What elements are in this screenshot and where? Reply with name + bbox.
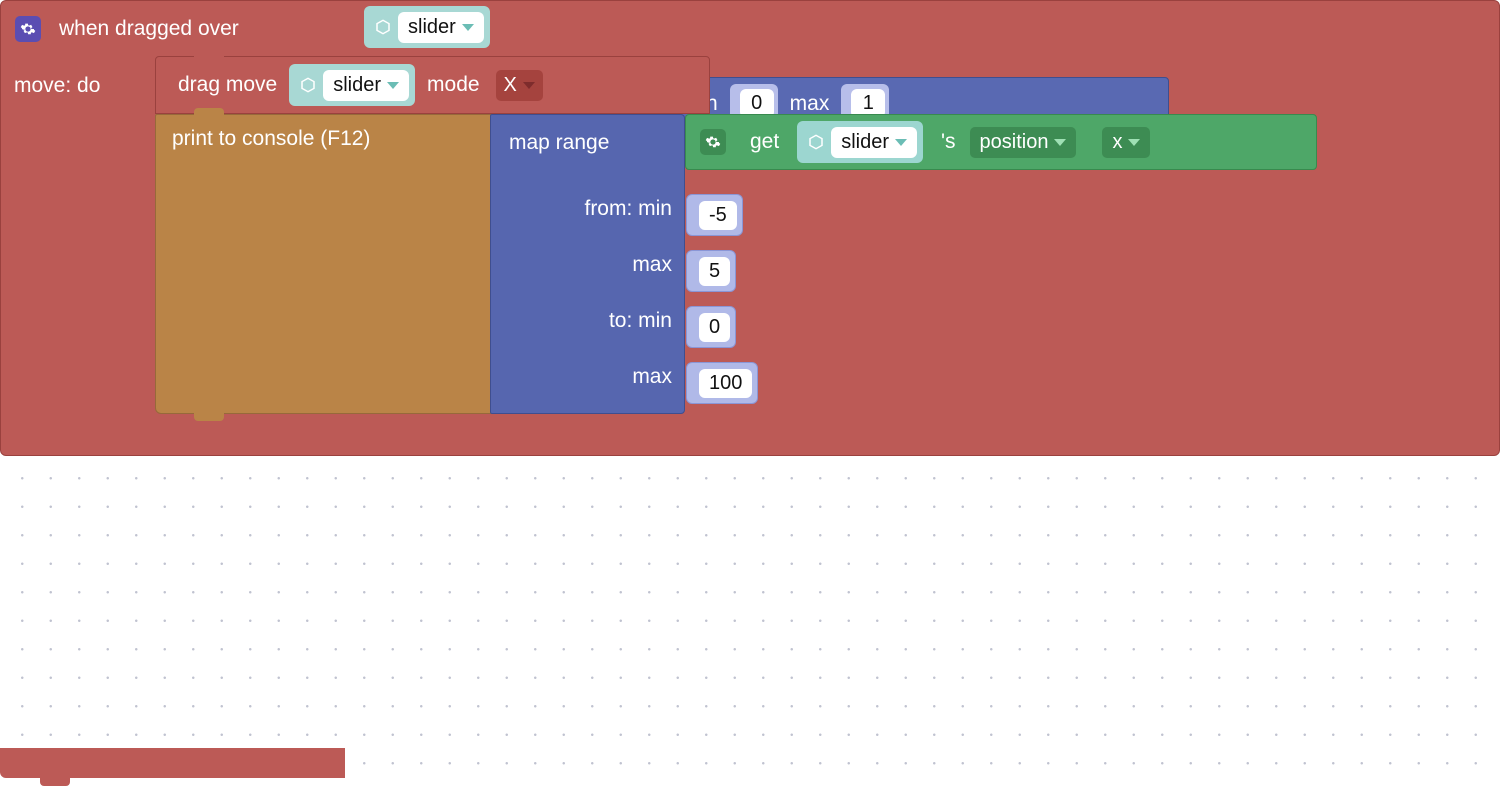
drag-move-label: drag move [178,73,277,97]
slider-variable-pill[interactable]: slider [364,6,490,48]
to-min-value[interactable]: 0 [686,306,736,348]
when-dragged-event-block[interactable]: when dragged over slider move: do drag m… [0,0,1500,456]
chevron-down-icon [1128,139,1140,146]
event-footer-bar [0,748,345,778]
slider-variable-pill[interactable]: slider [289,64,415,106]
chevron-down-icon [1054,139,1066,146]
to-max-value[interactable]: 100 [686,362,758,404]
slider-variable-name: slider [408,16,456,39]
from-max-value[interactable]: 5 [686,250,736,292]
slider-variable-name: slider [333,74,381,97]
chevron-down-icon [462,24,474,31]
to-min-label: to: min [609,309,672,333]
cube-icon [374,18,392,36]
cube-icon [807,133,825,151]
print-label: print to console (F12) [172,127,370,150]
gear-icon[interactable] [700,129,726,155]
property-value: position [980,131,1049,154]
cube-icon [299,76,317,94]
property-selector[interactable]: position [970,127,1077,158]
event-header[interactable]: when dragged over [1,1,1499,57]
from-min-label: from: min [584,197,672,221]
event-label: when dragged over [59,17,239,41]
canvas[interactable]: map range from: min 0 max 1 to: min 0 ma… [0,0,1500,778]
axis-value: x [1112,131,1122,154]
chevron-down-icon [387,82,399,89]
get-property-block[interactable]: get slider 's position x [685,114,1317,170]
get-label: get [750,130,779,154]
slider-variable-pill[interactable]: slider [797,121,923,163]
slider-variable-name: slider [841,131,889,154]
map-range-vertical-block[interactable]: map range from: min max to: min max [490,114,685,414]
to-max-label: max [790,92,830,116]
from-min-value[interactable]: -5 [686,194,743,236]
map-range-title: map range [509,131,609,155]
mode-selector[interactable]: X [496,70,543,101]
to-max-label: max [632,365,672,389]
move-do-label: move: do [14,74,100,98]
axis-selector[interactable]: x [1102,127,1150,158]
mode-value: X [504,74,517,97]
drag-move-block[interactable]: drag move slider mode X [155,56,710,114]
from-max-label: max [632,253,672,277]
chevron-down-icon [523,82,535,89]
chevron-down-icon [895,139,907,146]
possessive-label: 's [941,130,956,154]
mode-label: mode [427,73,480,97]
gear-icon[interactable] [15,16,41,42]
